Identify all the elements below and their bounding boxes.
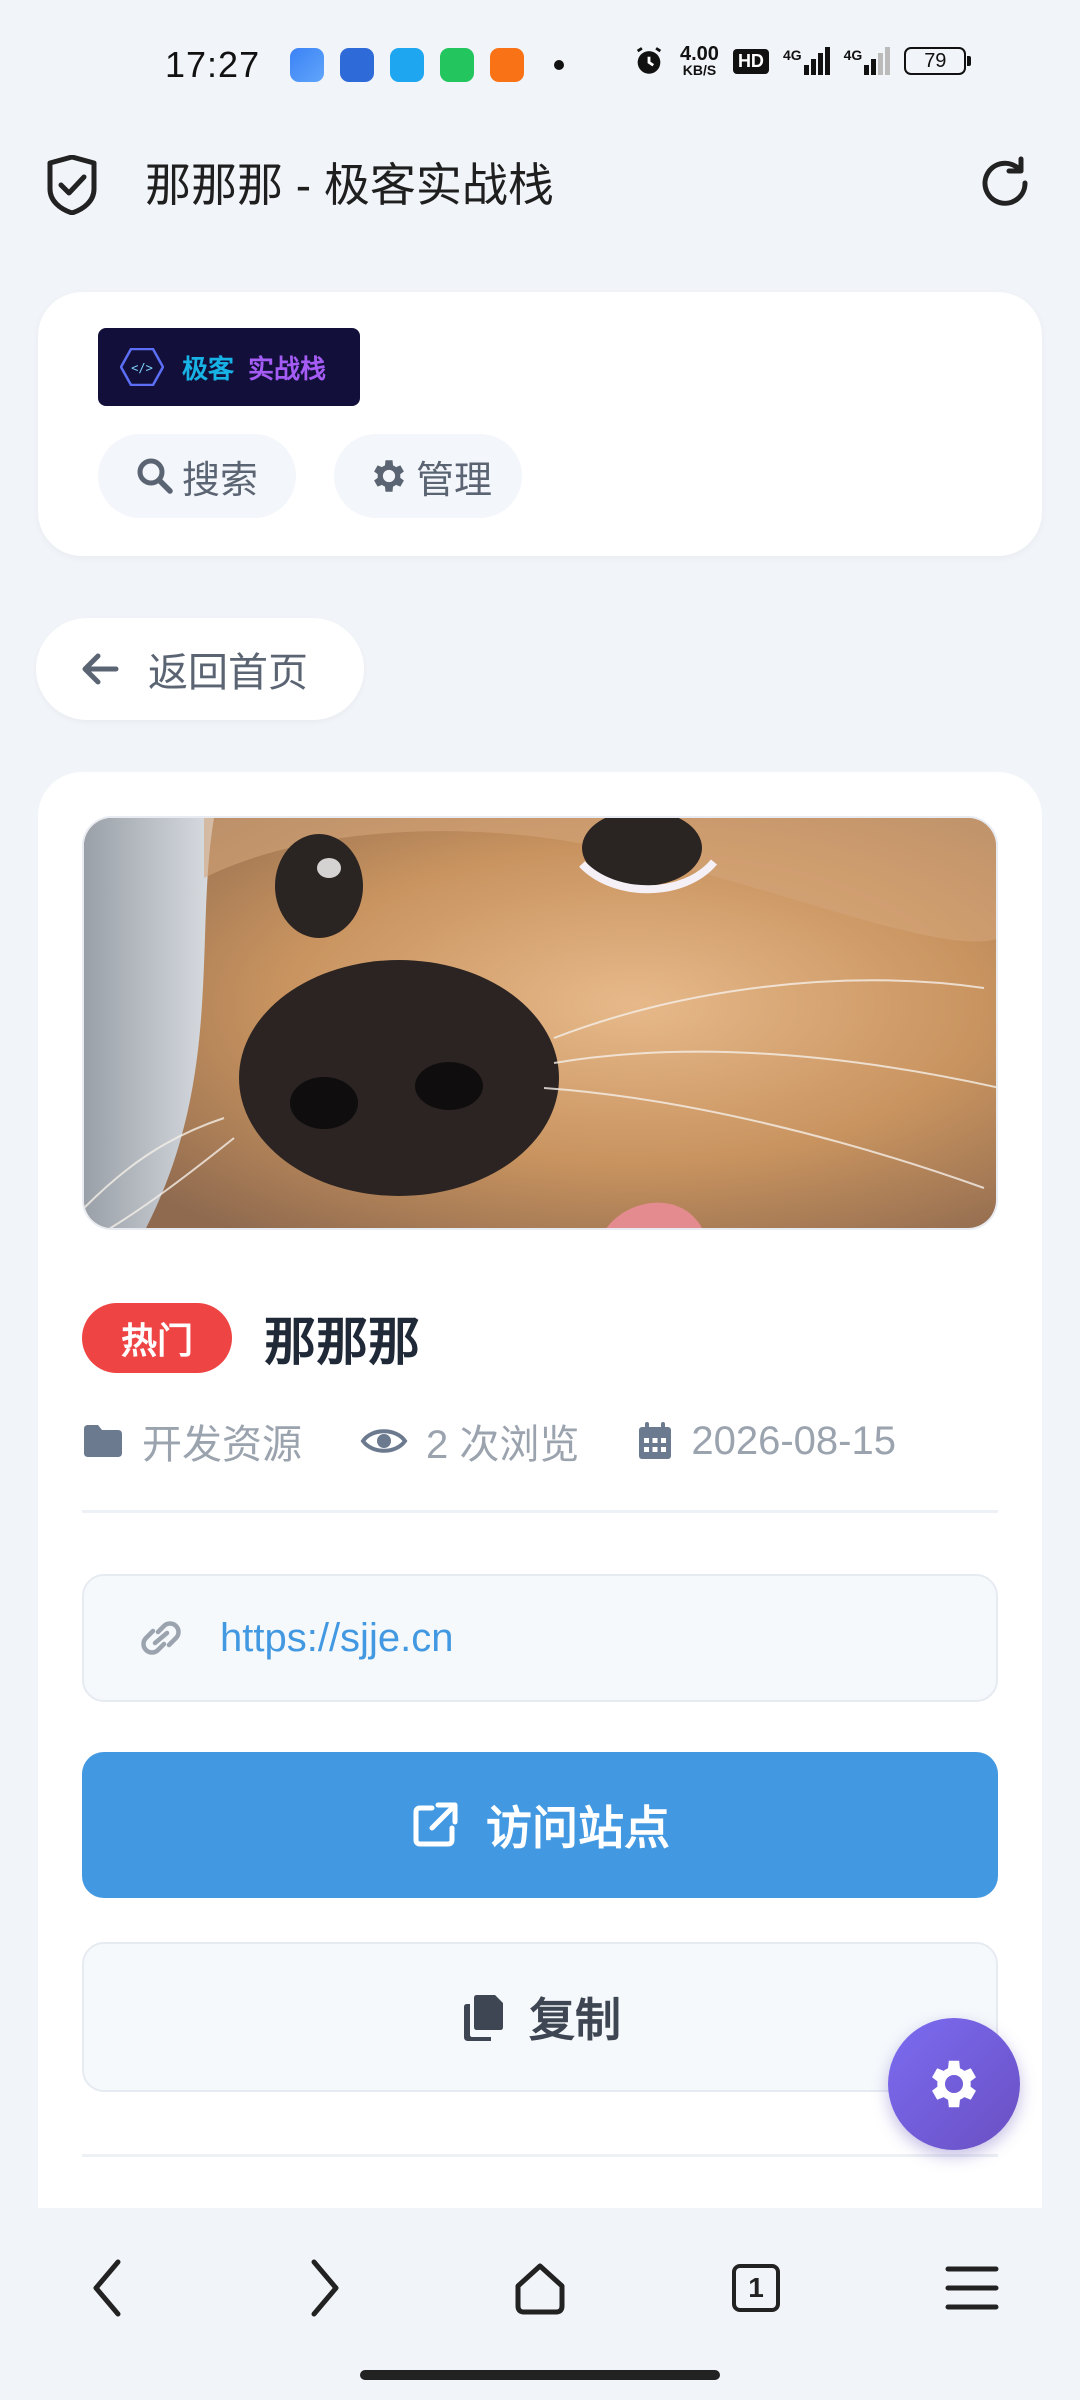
status-bar: 17:27 4.00 KB/S HD 4G 4G 79 — [0, 0, 1080, 135]
qq-app-icon — [390, 48, 424, 82]
logo-text-primary: 极客 — [182, 353, 235, 384]
search-button[interactable]: 搜索 — [98, 434, 296, 518]
chevron-right-icon — [311, 2259, 339, 2317]
signal-2: 4G — [844, 47, 891, 75]
link-icon — [141, 1621, 181, 1655]
folder-icon — [84, 1425, 122, 1457]
views-meta: 2 次浏览 — [360, 1412, 579, 1470]
nav-home-button[interactable] — [500, 2248, 580, 2328]
logo-text-secondary: 实战栈 — [248, 353, 327, 384]
divider — [82, 1510, 998, 1513]
menu-icon — [945, 2266, 999, 2310]
back-home-label: 返回首页 — [148, 651, 308, 695]
svg-text:</>: </> — [131, 361, 153, 375]
notification-icons — [290, 48, 564, 82]
gear-icon — [932, 2060, 976, 2108]
nav-tabs-button[interactable]: 1 — [716, 2248, 796, 2328]
nav-menu-button[interactable] — [932, 2248, 1012, 2328]
visit-site-button[interactable]: 访问站点 — [82, 1752, 998, 1898]
status-indicators: 4.00 KB/S HD 4G 4G 79 — [632, 43, 972, 78]
hot-badge: 热门 — [82, 1302, 232, 1373]
search-label: 搜索 — [182, 459, 259, 502]
title-row: 热门 那那那 — [82, 1300, 420, 1375]
home-indicator[interactable] — [360, 2370, 720, 2380]
manage-button[interactable]: 管理 — [334, 434, 522, 518]
net-speed-value: 4.00 — [680, 43, 719, 65]
meta-row: 开发资源 2 次浏览 2026-08-15 — [82, 1412, 954, 1470]
signal-1-label: 4G — [782, 47, 802, 63]
signal-2-label: 4G — [843, 47, 863, 63]
eye-icon — [360, 1429, 408, 1453]
manage-label: 管理 — [416, 459, 493, 502]
page-title: 那那那 - 极客实战栈 — [145, 159, 554, 211]
back-home-button[interactable]: 返回首页 — [36, 618, 364, 720]
baidu-app-icon — [340, 48, 374, 82]
divider — [82, 2154, 998, 2157]
chevron-left-icon — [93, 2259, 121, 2317]
resource-detail-card: 热门 那那那 开发资源 2 次浏览 2026-08-15 https://sjj… — [38, 772, 1042, 2212]
calendar-icon — [639, 1422, 672, 1459]
dog-photo — [84, 818, 996, 1228]
resource-cover-image — [82, 816, 998, 1230]
category-label: 开发资源 — [142, 1423, 302, 1467]
alarm-icon — [636, 47, 662, 74]
site-logo[interactable]: </> 极客 实战栈 — [98, 328, 360, 406]
visit-site-label: 访问站点 — [486, 1802, 670, 1854]
settings-fab-button[interactable] — [888, 2018, 1020, 2150]
net-speed-unit: KB/S — [682, 62, 717, 78]
status-time: 17:27 — [165, 44, 261, 85]
refresh-icon[interactable] — [975, 153, 1035, 213]
copy-button[interactable]: 复制 — [82, 1942, 998, 2092]
browser-app-icon — [290, 48, 324, 82]
battery-indicator: 79 — [904, 47, 972, 75]
url-text[interactable]: https://sjje.cn — [220, 1616, 453, 1661]
more-notifications-dot — [554, 60, 564, 70]
books-app-icon — [490, 48, 524, 82]
search-icon — [137, 458, 173, 494]
tab-count: 1 — [748, 2272, 764, 2303]
shield-check-icon[interactable] — [44, 155, 100, 215]
tab-count-box: 1 — [732, 2264, 780, 2312]
signal-1: 4G — [783, 47, 830, 75]
views-label: 2 次浏览 — [426, 1423, 580, 1467]
nav-forward-button[interactable] — [284, 2248, 364, 2328]
store-app-icon — [440, 48, 474, 82]
external-link-icon — [413, 1802, 458, 1847]
network-speed: 4.00 KB/S — [680, 43, 719, 78]
copy-icon — [464, 1995, 503, 2041]
nav-back-button[interactable] — [68, 2248, 148, 2328]
browser-title-bar: 那那那 - 极客实战栈 — [0, 135, 1080, 235]
gear-icon — [374, 460, 404, 492]
home-icon — [515, 2263, 565, 2315]
resource-title: 那那那 — [264, 1314, 421, 1372]
date-label: 2026-08-15 — [691, 1418, 896, 1463]
url-box[interactable]: https://sjje.cn — [82, 1574, 998, 1702]
category-meta[interactable]: 开发资源 — [82, 1412, 302, 1470]
site-header-card: </> 极客 实战栈 搜索 管理 — [38, 292, 1042, 556]
copy-label: 复制 — [529, 1994, 621, 2046]
date-meta: 2026-08-15 — [637, 1419, 896, 1464]
arrow-left-icon — [82, 653, 119, 685]
hd-badge: HD — [732, 48, 769, 74]
code-hexagon-icon: </> — [120, 348, 164, 386]
